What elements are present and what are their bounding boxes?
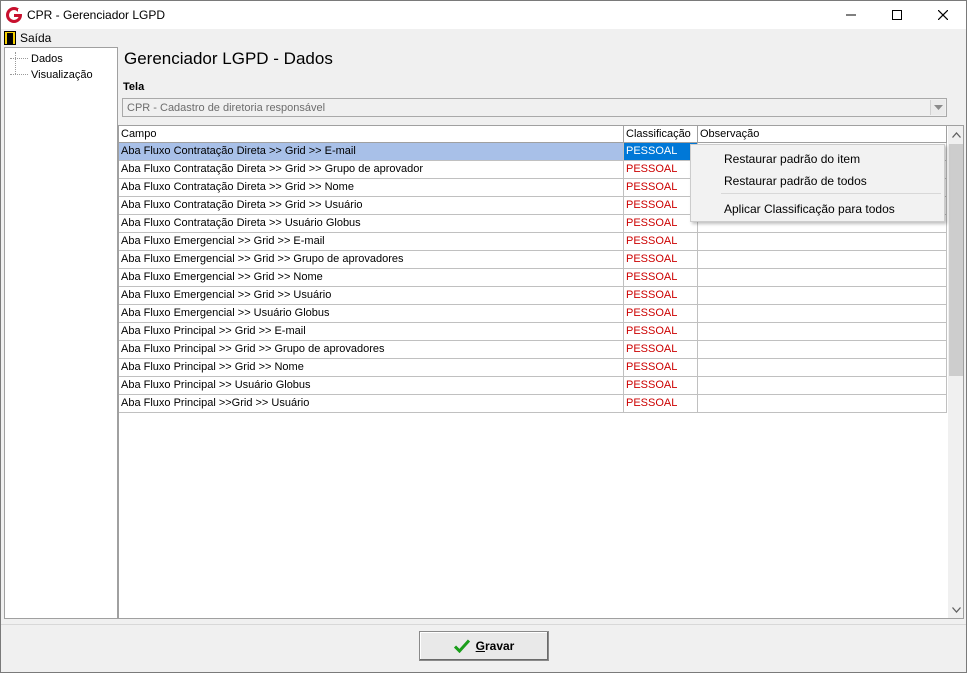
cell-observacao[interactable] [698, 341, 947, 359]
save-button[interactable]: Gravar [419, 631, 549, 661]
menu-separator [721, 193, 941, 194]
cell-classificacao[interactable]: PESSOAL [624, 287, 698, 305]
cell-classificacao[interactable]: PESSOAL [624, 161, 698, 179]
cell-campo[interactable]: Aba Fluxo Principal >> Usuário Globus [119, 377, 624, 395]
chevron-down-icon[interactable] [930, 100, 945, 115]
cell-campo[interactable]: Aba Fluxo Principal >> Grid >> Grupo de … [119, 341, 624, 359]
cell-observacao[interactable] [698, 269, 947, 287]
page-title: Gerenciador LGPD - Dados [124, 49, 333, 68]
tela-select[interactable]: CPR - Cadastro de diretoria responsável [122, 98, 947, 117]
cell-campo[interactable]: Aba Fluxo Emergencial >> Grid >> Grupo d… [119, 251, 624, 269]
scroll-up-icon[interactable] [948, 126, 963, 143]
minimize-icon [846, 14, 856, 16]
cell-observacao[interactable] [698, 377, 947, 395]
cell-observacao[interactable] [698, 305, 947, 323]
context-menu: Restaurar padrão do item Restaurar padrã… [690, 144, 945, 222]
tree-item-label: Visualização [31, 68, 93, 81]
table-row[interactable]: Aba Fluxo Principal >>Grid >> Usuário PES… [119, 395, 947, 413]
tree-item-dados[interactable]: Dados [5, 51, 63, 66]
cell-classificacao[interactable]: PESSOAL [624, 377, 698, 395]
cell-campo[interactable]: Aba Fluxo Emergencial >> Grid >> E-mail [119, 233, 624, 251]
vertical-scrollbar[interactable] [948, 126, 963, 618]
cell-classificacao[interactable]: PESSOAL [624, 323, 698, 341]
column-header-classificacao[interactable]: Classificação [624, 126, 698, 143]
close-icon [938, 10, 948, 20]
cell-classificacao[interactable]: PESSOAL [624, 305, 698, 323]
maximize-button[interactable] [874, 1, 920, 29]
table-row[interactable]: Aba Fluxo Principal >> Grid >> E-mail PES… [119, 323, 947, 341]
minimize-button[interactable] [828, 1, 874, 29]
cell-campo[interactable]: Aba Fluxo Contratação Direta >> Grid >> … [119, 161, 624, 179]
maximize-icon [892, 10, 902, 20]
grid-header: Campo Classificação Observação [119, 126, 947, 143]
cell-campo[interactable]: Aba Fluxo Contratação Direta >> Usuário … [119, 215, 624, 233]
checkmark-icon [453, 639, 470, 653]
cell-observacao[interactable] [698, 323, 947, 341]
cell-classificacao[interactable]: PESSOAL [624, 197, 698, 215]
cell-classificacao[interactable]: PESSOAL [624, 143, 698, 161]
table-row[interactable]: Aba Fluxo Emergencial >> Grid >> Grupo d… [119, 251, 947, 269]
cell-observacao[interactable] [698, 287, 947, 305]
cell-campo[interactable]: Aba Fluxo Principal >> Grid >> Nome [119, 359, 624, 377]
scroll-down-icon[interactable] [948, 601, 963, 618]
tree-branch [10, 74, 28, 75]
cell-campo[interactable]: Aba Fluxo Emergencial >> Grid >> Nome [119, 269, 624, 287]
table-row[interactable]: Aba Fluxo Emergencial >> Grid >> E-mail P… [119, 233, 947, 251]
cell-classificacao[interactable]: PESSOAL [624, 359, 698, 377]
cell-campo[interactable]: Aba Fluxo Contratação Direta >> Grid >> … [119, 197, 624, 215]
table-row[interactable]: Aba Fluxo Principal >> Grid >> Nome PESSO… [119, 359, 947, 377]
cell-campo[interactable]: Aba Fluxo Contratação Direta >> Grid >> … [119, 179, 624, 197]
tree-item-label: Dados [31, 52, 63, 65]
cell-classificacao[interactable]: PESSOAL [624, 395, 698, 413]
column-header-campo[interactable]: Campo [119, 126, 624, 143]
tree-branch [10, 58, 28, 59]
table-row[interactable]: Aba Fluxo Principal >> Grid >> Grupo de … [119, 341, 947, 359]
cell-campo[interactable]: Aba Fluxo Emergencial >> Usuário Globus [119, 305, 624, 323]
tela-label: Tela [123, 81, 145, 93]
close-button[interactable] [920, 1, 966, 29]
column-header-observacao[interactable]: Observação [698, 126, 947, 143]
table-row[interactable]: Aba Fluxo Emergencial >> Grid >> Nome PES… [119, 269, 947, 287]
scroll-thumb[interactable] [949, 144, 963, 376]
menu-item-restore-item[interactable]: Restaurar padrão do item [724, 152, 860, 166]
cell-classificacao[interactable]: PESSOAL [624, 341, 698, 359]
cell-campo[interactable]: Aba Fluxo Principal >> Grid >> E-mail [119, 323, 624, 341]
save-button-label: Gravar [475, 639, 515, 653]
cell-campo[interactable]: Aba Fluxo Principal >>Grid >> Usuário [119, 395, 624, 413]
menu-item-apply-classification-all[interactable]: Aplicar Classificação para todos [724, 202, 895, 216]
menu-exit-label: Saída [20, 30, 52, 45]
title-bar[interactable]: CPR - Gerenciador LGPD [1, 1, 966, 29]
cell-observacao[interactable] [698, 395, 947, 413]
table-row[interactable]: Aba Fluxo Emergencial >> Grid >> Usuário… [119, 287, 947, 305]
table-row[interactable]: Aba Fluxo Emergencial >> Usuário Globus P… [119, 305, 947, 323]
menu-item-restore-all[interactable]: Restaurar padrão de todos [724, 174, 867, 188]
menu-exit[interactable]: Saída [4, 30, 51, 45]
tree-item-visualizacao[interactable]: Visualização [5, 67, 93, 82]
window-title: CPR - Gerenciador LGPD [27, 8, 166, 22]
cell-observacao[interactable] [698, 359, 947, 377]
cell-classificacao[interactable]: PESSOAL [624, 215, 698, 233]
cell-campo[interactable]: Aba Fluxo Contratação Direta >> Grid >> … [119, 143, 624, 161]
tela-select-value: CPR - Cadastro de diretoria responsável [127, 102, 326, 114]
cell-classificacao[interactable]: PESSOAL [624, 179, 698, 197]
cell-classificacao[interactable]: PESSOAL [624, 233, 698, 251]
table-row[interactable]: Aba Fluxo Principal >> Usuário Globus PES… [119, 377, 947, 395]
main-window: CPR - Gerenciador LGPD Saída Dados Visua… [0, 0, 967, 673]
cell-campo[interactable]: Aba Fluxo Emergencial >> Grid >> Usuário [119, 287, 624, 305]
cell-classificacao[interactable]: PESSOAL [624, 269, 698, 287]
door-exit-icon [4, 30, 16, 45]
cell-observacao[interactable] [698, 251, 947, 269]
menu-bar: Saída [1, 29, 966, 46]
cell-classificacao[interactable]: PESSOAL [624, 251, 698, 269]
app-logo-icon [6, 7, 22, 23]
navigation-tree: Dados Visualização [4, 47, 118, 619]
cell-observacao[interactable] [698, 233, 947, 251]
